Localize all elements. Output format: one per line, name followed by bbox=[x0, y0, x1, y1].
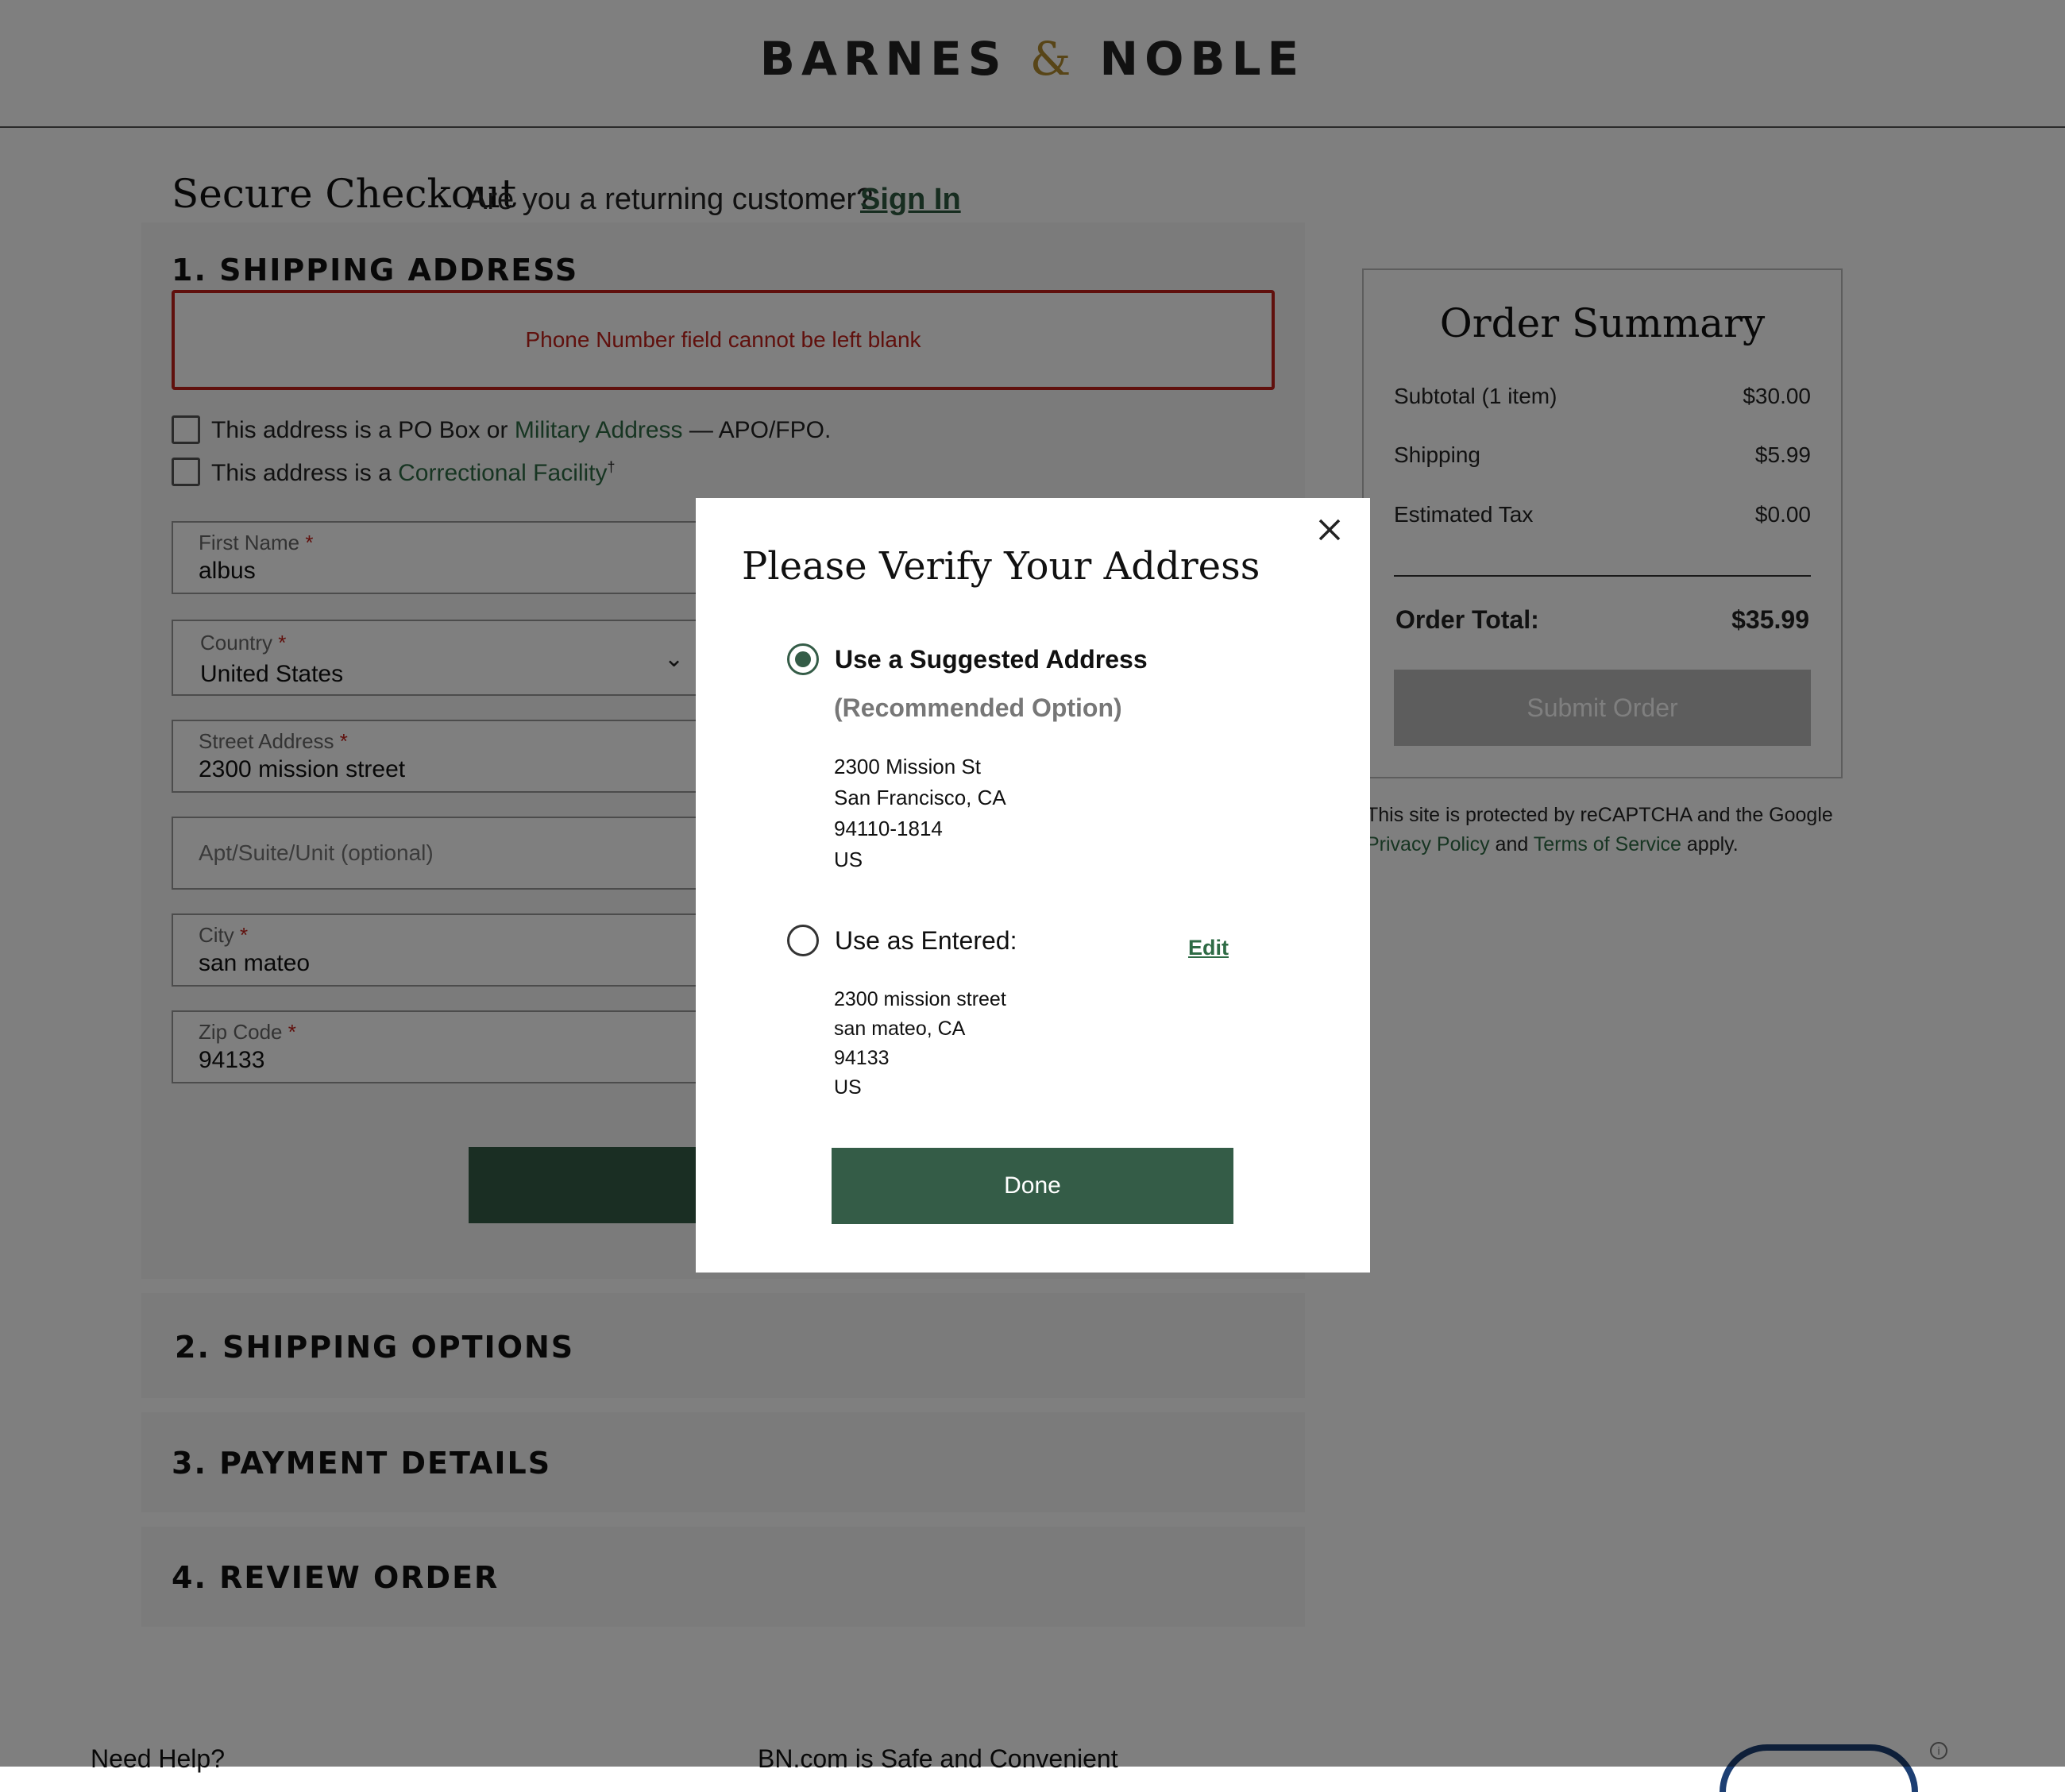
edit-address-link[interactable]: Edit bbox=[1188, 936, 1229, 960]
address-line: 94110-1814 bbox=[834, 817, 943, 840]
entered-address-radio[interactable] bbox=[787, 925, 819, 956]
done-button[interactable]: Done bbox=[832, 1148, 1233, 1224]
address-line: San Francisco, CA bbox=[834, 786, 1006, 809]
suggested-address-label[interactable]: Use a Suggested Address bbox=[835, 645, 1148, 674]
address-line: san mateo, CA bbox=[834, 1018, 966, 1040]
suggested-address-radio[interactable] bbox=[787, 643, 819, 675]
address-line: 2300 Mission St bbox=[834, 755, 981, 778]
recommended-option-label: (Recommended Option) bbox=[834, 693, 1122, 722]
close-icon[interactable] bbox=[1317, 512, 1342, 552]
address-line: US bbox=[834, 1076, 862, 1099]
entered-address-label[interactable]: Use as Entered: bbox=[835, 926, 1017, 956]
done-label: Done bbox=[1004, 1172, 1061, 1199]
address-line: 2300 mission street bbox=[834, 988, 1006, 1010]
entered-address-block: 2300 mission street san mateo, CA 94133 … bbox=[834, 985, 1006, 1103]
address-line: 94133 bbox=[834, 1047, 890, 1069]
suggested-address-block: 2300 Mission St San Francisco, CA 94110-… bbox=[834, 751, 1006, 875]
address-line: US bbox=[834, 848, 863, 871]
modal-title: Please Verify Your Address bbox=[742, 544, 1260, 589]
